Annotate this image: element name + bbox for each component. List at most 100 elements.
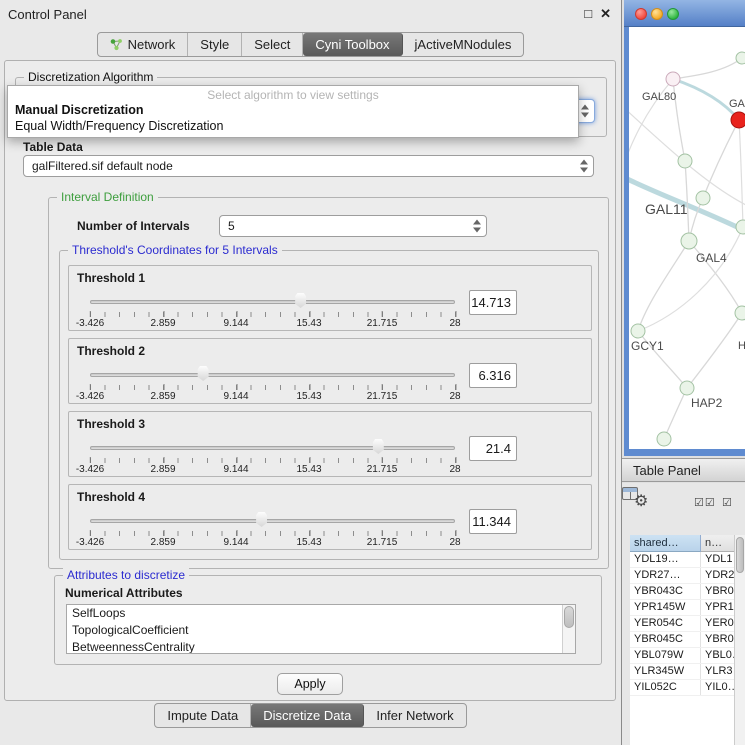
minimize-traffic-light[interactable] <box>651 8 663 20</box>
table-row[interactable]: YPR145WYPR1… <box>630 600 745 616</box>
network-node[interactable] <box>678 154 692 168</box>
combo-stepper-icon[interactable] <box>473 220 481 233</box>
attribute-list-item[interactable]: SelfLoops <box>67 605 575 622</box>
tab-infer-network[interactable]: Infer Network <box>364 704 465 727</box>
table-row[interactable]: YDR27…YDR2… <box>630 568 745 584</box>
checkbox-icon[interactable]: ☑ <box>722 496 732 509</box>
slider-thumb[interactable] <box>255 512 268 527</box>
table-cell[interactable]: YER054C <box>630 616 701 631</box>
slider-thumb[interactable] <box>372 439 385 454</box>
threshold-2-slider[interactable] <box>90 367 455 383</box>
network-node[interactable] <box>735 306 745 320</box>
slider-scale-label: 15.43 <box>296 391 321 402</box>
close-icon[interactable]: ✕ <box>600 6 611 21</box>
slider-track[interactable] <box>90 446 455 450</box>
threshold-1-slider[interactable] <box>90 294 455 310</box>
attribute-list-item[interactable]: TopologicalCoefficient <box>67 622 575 639</box>
table-data-value: galFiltered.sif default node <box>32 159 173 173</box>
table-row[interactable]: YIL052CYIL0… <box>630 680 745 696</box>
combo-stepper-icon[interactable] <box>580 160 588 173</box>
network-node[interactable] <box>696 191 710 205</box>
slider-track[interactable] <box>90 373 455 377</box>
network-canvas[interactable]: GAL80GAGAL11GAL4GCY1HHAP2 <box>629 27 745 449</box>
slider-scale-label: -3.426 <box>76 391 104 402</box>
tab-impute-data[interactable]: Impute Data <box>155 704 251 727</box>
group-title-attributes: Attributes to discretize <box>63 568 189 582</box>
table-panel-header[interactable]: Table Panel <box>622 458 745 482</box>
tab-select[interactable]: Select <box>242 33 303 56</box>
table-row[interactable]: YER054CYER0… <box>630 616 745 632</box>
network-node[interactable] <box>666 72 680 86</box>
zoom-traffic-light[interactable] <box>667 8 679 20</box>
slider-scale-label: 21.715 <box>367 537 398 548</box>
table-cell[interactable]: YDL19… <box>630 552 701 567</box>
tab-discretize-data[interactable]: Discretize Data <box>251 704 364 727</box>
table-cell[interactable]: YDR27… <box>630 568 701 583</box>
apply-button[interactable]: Apply <box>277 673 343 695</box>
scrollbar-thumb[interactable] <box>564 606 574 628</box>
threshold-2-block: Threshold 2 -3.4262.8599.14415.4321.7152… <box>68 338 592 404</box>
tab-style[interactable]: Style <box>188 33 242 56</box>
network-window-titlebar[interactable] <box>624 0 745 27</box>
table-row[interactable]: YBL079WYBL0… <box>630 648 745 664</box>
table-data-combobox[interactable]: galFiltered.sif default node <box>23 155 594 177</box>
tab-label: Cyni Toolbox <box>315 37 389 52</box>
network-node[interactable] <box>731 112 745 128</box>
combo-stepper-icon[interactable] <box>581 105 589 118</box>
bottom-tab-group: Impute Data Discretize Data Infer Networ… <box>154 703 466 728</box>
table-row[interactable]: YLR345WYLR3… <box>630 664 745 680</box>
network-node[interactable] <box>680 381 694 395</box>
slider-scale-label: 28 <box>449 464 460 475</box>
threshold-4-value-field[interactable]: 11.344 <box>469 509 517 534</box>
dropdown-option-manual-discretization[interactable]: Manual Discretization <box>15 103 144 117</box>
threshold-1-value-field[interactable]: 14.713 <box>469 290 517 315</box>
table-row[interactable]: YDL19…YDL1… <box>630 552 745 568</box>
table-cell[interactable]: YBL079W <box>630 648 701 663</box>
gear-icon[interactable]: ⚙ <box>634 491 648 511</box>
slider-scale-label: -3.426 <box>76 537 104 548</box>
table-cell[interactable]: YIL052C <box>630 680 701 695</box>
threshold-4-block: Threshold 4 -3.4262.8599.14415.4321.7152… <box>68 484 592 550</box>
tab-jactivemnodules[interactable]: jActiveMNodules <box>403 33 524 56</box>
tab-label: Infer Network <box>376 708 453 723</box>
scrollbar-thumb[interactable] <box>736 537 744 573</box>
slider-ticks <box>90 385 456 390</box>
dropdown-option-equal-width-frequency[interactable]: Equal Width/Frequency Discretization <box>15 119 223 133</box>
network-node[interactable] <box>657 432 671 446</box>
attribute-list-item[interactable]: BetweennessCentrality <box>67 639 575 654</box>
slider-scale: -3.4262.8599.14415.4321.71528 <box>90 391 455 403</box>
slider-scale-label: 21.715 <box>367 318 398 329</box>
column-header-shared-name[interactable]: shared… <box>630 535 701 552</box>
network-node[interactable] <box>736 220 745 234</box>
table-row[interactable]: YBR043CYBR0… <box>630 584 745 600</box>
table-scrollbar[interactable] <box>734 535 745 745</box>
tab-network[interactable]: Network <box>98 33 189 56</box>
cyni-toolbox-panel: Discretization Algorithm Select algorith… <box>4 60 616 701</box>
threshold-3-slider[interactable] <box>90 440 455 456</box>
slider-track[interactable] <box>90 300 455 304</box>
table-cell[interactable]: YPR145W <box>630 600 701 615</box>
network-node[interactable] <box>681 233 697 249</box>
slider-scale-label: 2.859 <box>150 464 175 475</box>
network-icon <box>110 38 123 51</box>
list-scrollbar[interactable] <box>562 605 575 653</box>
threshold-4-slider[interactable] <box>90 513 455 529</box>
threshold-3-value-field[interactable]: 21.4 <box>469 436 517 461</box>
network-node[interactable] <box>736 52 745 64</box>
num-intervals-combobox[interactable]: 5 <box>219 215 487 237</box>
table-cell[interactable]: YBR045C <box>630 632 701 647</box>
table-cell[interactable]: YBR043C <box>630 584 701 599</box>
network-node[interactable] <box>631 324 645 338</box>
close-traffic-light[interactable] <box>635 8 647 20</box>
float-window-icon[interactable]: □ <box>584 6 592 21</box>
threshold-2-value-field[interactable]: 6.316 <box>469 363 517 388</box>
table-row[interactable]: YBR045CYBR0… <box>630 632 745 648</box>
slider-scale-label: 28 <box>449 318 460 329</box>
tab-cyni-toolbox[interactable]: Cyni Toolbox <box>303 33 402 56</box>
select-columns-icon[interactable]: ☑☑ <box>694 496 716 509</box>
table-cell[interactable]: YLR345W <box>630 664 701 679</box>
slider-thumb[interactable] <box>197 366 210 381</box>
slider-thumb[interactable] <box>294 293 307 308</box>
slider-track[interactable] <box>90 519 455 523</box>
slider-scale-label: 2.859 <box>150 391 175 402</box>
